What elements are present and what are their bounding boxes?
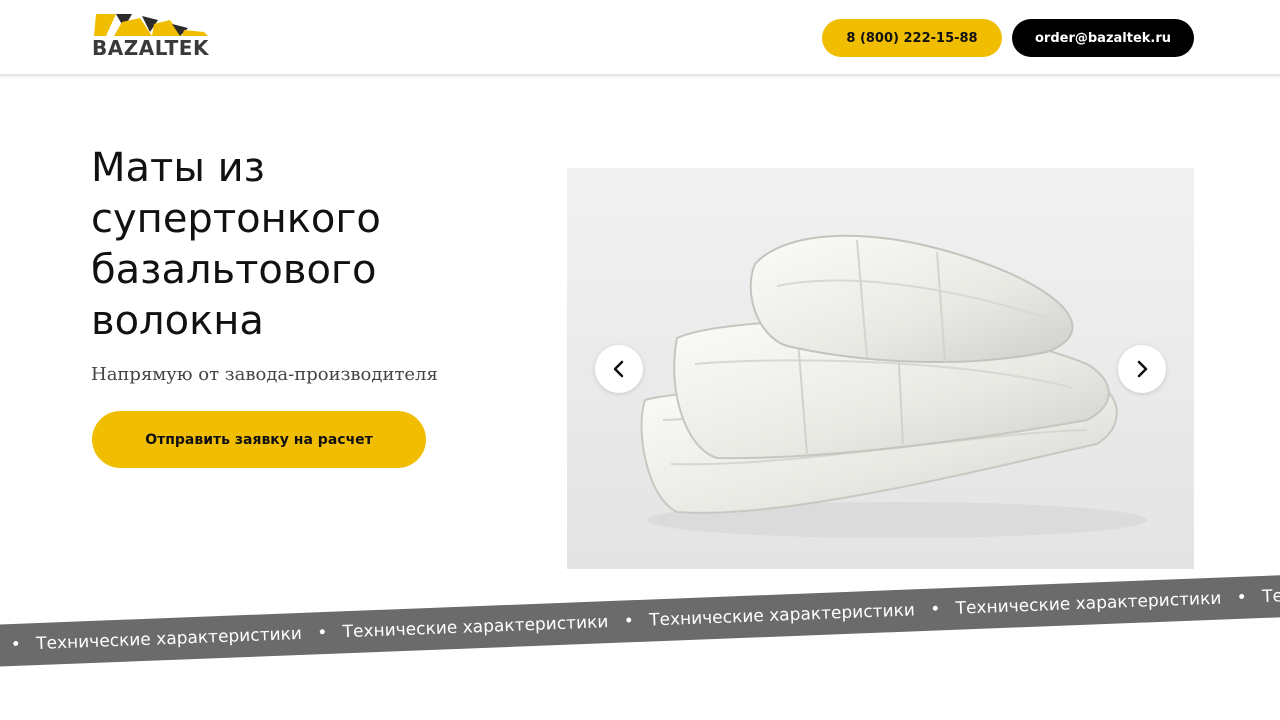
request-quote-button[interactable]: Отправить заявку на расчет [92,411,426,468]
ticker-item[interactable]: Технические характеристики [649,597,916,633]
logo-text: BAZALTEK [92,36,209,60]
ticker-item[interactable]: Технические характеристики [36,621,303,657]
ticker-band: • Технические характеристики • Техническ… [0,572,1280,668]
slider-prev-button[interactable] [595,345,643,393]
ticker-separator: • [623,611,635,632]
phone-button[interactable]: 8 (800) 222-15-88 [822,19,1002,57]
site-header: BAZALTEK 8 (800) 222-15-88 order@bazalte… [0,0,1280,76]
ticker-separator: • [1236,587,1248,608]
ticker-track: • Технические характеристики • Техническ… [0,574,1280,659]
ticker-item[interactable]: Технические характеристики [1262,574,1280,610]
logo[interactable]: BAZALTEK [92,14,212,60]
chevron-left-icon [613,360,624,378]
ticker-separator: • [10,634,22,656]
email-button[interactable]: order@bazaltek.ru [1012,19,1194,57]
slider-next-button[interactable] [1118,345,1166,393]
hero-subtitle: Напрямую от завода-производителя [91,364,438,385]
chevron-right-icon [1137,360,1148,378]
ticker-separator: • [929,599,941,620]
logo-mark-icon [94,14,208,36]
ticker-item[interactable]: Технические характеристики [955,586,1222,622]
hero-title: Маты из супертонкого базальтового волокн… [91,145,381,344]
ticker-separator: • [316,622,328,644]
ticker-item[interactable]: Технические характеристики [342,609,609,645]
mats-stack-image [567,168,1194,569]
product-slider [567,168,1194,569]
